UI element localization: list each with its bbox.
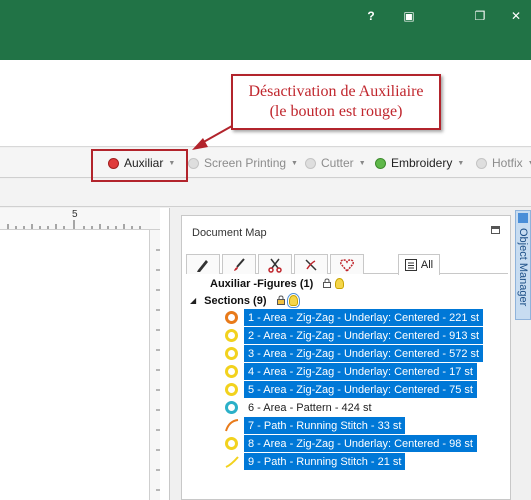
technique-toolbar: Auxiliar ▼ Screen Printing ▼ Cutter ▼ Em… xyxy=(0,148,531,178)
ruler-ticks xyxy=(156,249,160,491)
tab-all-label: All xyxy=(420,259,434,271)
list-item[interactable]: 2 - Area - Zig-Zag - Underlay: Centered … xyxy=(225,327,484,344)
list-icon xyxy=(404,259,417,271)
restore-icon[interactable]: ❐ xyxy=(467,7,493,25)
cutter-button[interactable]: Cutter ▼ xyxy=(305,155,366,171)
status-dot-icon xyxy=(305,157,316,169)
list-item-label: 1 - Area - Zig-Zag - Underlay: Centered … xyxy=(244,309,484,326)
list-item-label: 7 - Path - Running Stitch - 33 st xyxy=(244,417,406,434)
list-item[interactable]: 3 - Area - Zig-Zag - Underlay: Centered … xyxy=(225,345,484,362)
list-item[interactable]: 7 - Path - Running Stitch - 33 st xyxy=(225,417,406,434)
visibility-bulb-icon[interactable] xyxy=(335,278,345,289)
callout-line-1: Désactivation de Auxiliaire xyxy=(248,83,424,100)
ribbon-display-icon[interactable]: ▣ xyxy=(396,7,422,25)
lock-icon[interactable] xyxy=(276,294,285,307)
tab-all[interactable]: All xyxy=(398,254,440,275)
status-dot-icon xyxy=(188,157,199,169)
list-item[interactable]: 8 - Area - Zig-Zag - Underlay: Centered … xyxy=(225,435,477,452)
secondary-toolbar xyxy=(0,179,531,207)
hotfix-label: Hotfix xyxy=(492,156,523,170)
design-canvas[interactable] xyxy=(0,208,170,500)
tree-group-sections[interactable]: ◢ Sections (9) xyxy=(190,292,300,309)
list-item[interactable]: 1 - Area - Zig-Zag - Underlay: Centered … xyxy=(225,309,484,326)
tree-group-auxiliar[interactable]: Auxiliar -Figures (1) xyxy=(210,275,345,292)
hotfix-button[interactable]: Hotfix ▼ xyxy=(476,155,531,171)
panel-title: Document Map xyxy=(192,227,267,239)
object-manager-icon xyxy=(518,213,528,223)
cutter-label: Cutter xyxy=(321,156,354,170)
list-item[interactable]: 6 - Area - Pattern - 424 st xyxy=(225,399,376,416)
screen-printing-label: Screen Printing xyxy=(204,156,287,170)
area-thread-icon xyxy=(225,311,238,324)
list-item-label: 8 - Area - Zig-Zag - Underlay: Centered … xyxy=(244,435,477,452)
pin-icon[interactable] xyxy=(491,226,500,234)
list-item[interactable]: 9 - Path - Running Stitch - 21 st xyxy=(225,453,406,470)
document-map-panel: Document Map All Auxiliar -Figures (1) ◢ xyxy=(181,215,511,500)
area-thread-icon xyxy=(225,383,238,396)
highlight-box xyxy=(91,149,188,182)
list-item-label: 3 - Area - Zig-Zag - Underlay: Centered … xyxy=(244,345,484,362)
list-item-label: 2 - Area - Zig-Zag - Underlay: Centered … xyxy=(244,327,484,344)
screen-printing-button[interactable]: Screen Printing ▼ xyxy=(188,155,298,171)
help-icon[interactable]: ? xyxy=(358,7,384,25)
list-item-label: 6 - Area - Pattern - 424 st xyxy=(244,399,376,416)
title-bar: ? ▣ ❐ ✕ xyxy=(0,0,531,60)
area-thread-icon xyxy=(225,347,238,360)
embroidery-button[interactable]: Embroidery ▼ xyxy=(375,155,464,171)
area-thread-icon xyxy=(225,365,238,378)
brush-icon[interactable] xyxy=(222,254,256,274)
lock-icon[interactable] xyxy=(323,277,332,290)
list-item-label: 5 - Area - Zig-Zag - Underlay: Centered … xyxy=(244,381,477,398)
callout-line-2: (le bouton est rouge) xyxy=(269,103,403,120)
area-thread-icon xyxy=(225,401,238,414)
ruler-label: 5 xyxy=(72,209,78,220)
expand-arrow-icon[interactable]: ◢ xyxy=(190,296,196,305)
scissors-icon[interactable] xyxy=(258,254,292,274)
heart-icon[interactable] xyxy=(330,254,364,274)
list-item-label: 4 - Area - Zig-Zag - Underlay: Centered … xyxy=(244,363,477,380)
pencil-icon[interactable] xyxy=(186,254,220,274)
visibility-bulb-icon[interactable] xyxy=(286,293,300,308)
embroidery-label: Embroidery xyxy=(391,156,453,170)
path-thread-icon xyxy=(225,419,239,432)
ruler-ticks xyxy=(7,220,141,229)
list-item[interactable]: 5 - Area - Zig-Zag - Underlay: Centered … xyxy=(225,381,477,398)
group-label: Sections (9) xyxy=(204,294,267,307)
area-thread-icon xyxy=(225,329,238,342)
list-item-label: 9 - Path - Running Stitch - 21 st xyxy=(244,453,406,470)
chevron-down-icon[interactable]: ▼ xyxy=(457,160,464,167)
status-dot-icon xyxy=(476,157,487,169)
chevron-down-icon[interactable]: ▼ xyxy=(359,160,366,167)
path-thread-icon xyxy=(225,456,239,468)
object-manager-label: Object Manager xyxy=(517,228,529,307)
document-map-tabs: All xyxy=(186,252,508,275)
vertical-ruler xyxy=(149,230,160,500)
horizontal-ruler: 5 xyxy=(0,208,160,230)
area-thread-icon xyxy=(225,437,238,450)
close-icon[interactable]: ✕ xyxy=(503,7,529,25)
chevron-down-icon[interactable]: ▼ xyxy=(291,160,298,167)
group-label: Auxiliar -Figures (1) xyxy=(210,277,314,290)
needle-icon[interactable] xyxy=(294,254,328,274)
annotation-callout: Désactivation de Auxiliaire (le bouton e… xyxy=(231,74,441,130)
list-item[interactable]: 4 - Area - Zig-Zag - Underlay: Centered … xyxy=(225,363,477,380)
status-dot-icon xyxy=(375,157,386,169)
